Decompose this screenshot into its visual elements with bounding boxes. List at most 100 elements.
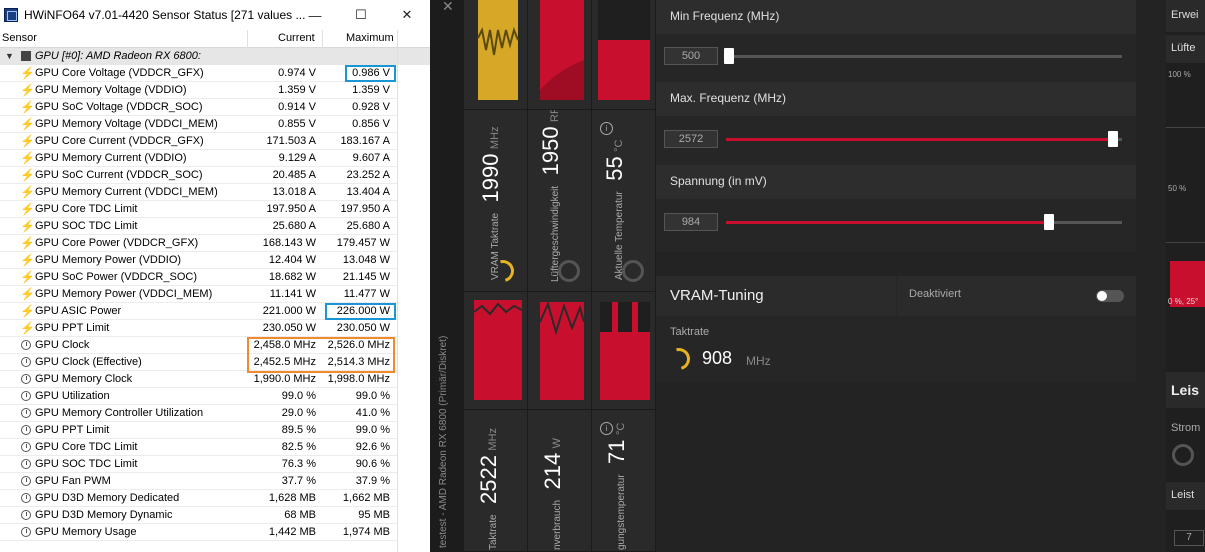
sensor-current: 1,628 MB	[268, 492, 316, 504]
sensor-current: 1.359 V	[278, 84, 316, 96]
minimize-button[interactable]: —	[292, 0, 338, 30]
header-maximum[interactable]: Maximum	[346, 32, 394, 44]
voltage-input[interactable]: 984	[664, 213, 718, 231]
amd-vertical-title: testest - AMD Radeon RX 6800 (Primär/Dis…	[438, 335, 449, 548]
sensor-group-row[interactable]: ▼ GPU [#0]: AMD Radeon RX 6800:	[0, 48, 430, 65]
sensor-label: GPU ASIC Power	[35, 305, 122, 317]
sensor-current: 18.682 W	[268, 271, 316, 283]
sensor-current: 25.680 A	[272, 220, 316, 232]
highlight-gpu-clock	[247, 337, 395, 373]
table-row[interactable]: GPU D3D Memory Dynamic 68 MB 95 MB	[0, 507, 430, 524]
sensor-current: 12.404 W	[268, 254, 316, 266]
sensor-label: GPU Core Voltage (VDDCR_GFX)	[35, 67, 204, 79]
max-freq-slider[interactable]	[1108, 131, 1118, 147]
table-row[interactable]: GPU Memory Usage 1,442 MB 1,974 MB	[0, 524, 430, 541]
table-row[interactable]: ⚡ GPU SOC TDC Limit 25.680 A 25.680 A	[0, 218, 430, 235]
table-row[interactable]: GPU D3D Memory Dedicated 1,628 MB 1,662 MB	[0, 490, 430, 507]
table-row[interactable]: GPU Memory Controller Utilization 29.0 % 4…	[0, 405, 430, 422]
sensor-label: GPU Clock	[35, 339, 90, 351]
luefter-label: Lüfte	[1171, 42, 1196, 54]
leistung-heading: Leis	[1171, 382, 1200, 398]
sensor-maximum: 1.359 V	[352, 84, 390, 96]
sensor-current: 1,442 MB	[268, 526, 316, 538]
table-row[interactable]: ⚡ GPU Memory Power (VDDCI_MEM) 11.141 W 11.…	[0, 286, 430, 303]
min-freq-slider[interactable]	[724, 48, 734, 64]
table-row[interactable]: ⚡ GPU PPT Limit 230.050 W 230.050 W	[0, 320, 430, 337]
clock-graph	[473, 300, 523, 400]
lightning-icon: ⚡	[20, 100, 35, 114]
sensor-label: GPU Fan PWM	[35, 475, 111, 487]
sensor-label: GPU PPT Limit	[35, 424, 110, 436]
table-row[interactable]: ⚡ GPU Memory Voltage (VDDIO) 1.359 V 1.359 …	[0, 82, 430, 99]
maximize-button[interactable]: ☐	[338, 0, 384, 30]
sensor-maximum: 1,974 MB	[342, 526, 390, 538]
clock-icon	[21, 442, 31, 452]
collapse-arrow-icon[interactable]: ▼	[5, 51, 14, 61]
sensor-label: GPU Memory Power (VDDCI_MEM)	[35, 288, 213, 300]
min-freq-label: Min Frequenz (MHz)	[670, 9, 780, 23]
min-freq-input[interactable]: 500	[664, 47, 718, 65]
lightning-icon: ⚡	[20, 185, 35, 199]
sensor-label: GPU D3D Memory Dedicated	[35, 492, 180, 504]
power-value: 214	[540, 452, 565, 490]
sensor-label: GPU SoC Current (VDDCR_SOC)	[35, 169, 203, 181]
temperature-graph	[598, 0, 650, 100]
sensor-maximum: 230.050 W	[336, 322, 390, 334]
table-row[interactable]: GPU PPT Limit 89.5 % 99.0 %	[0, 422, 430, 439]
clock-icon	[21, 340, 31, 350]
table-row[interactable]: GPU Core TDC Limit 82.5 % 92.6 %	[0, 439, 430, 456]
table-row[interactable]: ⚡ GPU Core Current (VDDCR_GFX) 171.503 A 18…	[0, 133, 430, 150]
sensor-maximum: 13.048 W	[342, 254, 390, 266]
sensor-maximum: 13.404 A	[346, 186, 390, 198]
table-row[interactable]: ⚡ GPU Memory Current (VDDIO) 9.129 A 9.607 …	[0, 150, 430, 167]
sensor-current: 82.5 %	[281, 441, 316, 453]
sensor-maximum: 92.6 %	[355, 441, 390, 453]
junction-temp-value: 71	[604, 439, 629, 464]
table-row[interactable]: ⚡ GPU SoC Current (VDDCR_SOC) 20.485 A 23.2…	[0, 167, 430, 184]
table-row[interactable]: ⚡ GPU SoC Voltage (VDDCR_SOC) 0.914 V 0.928…	[0, 99, 430, 116]
table-row[interactable]: ⚡ GPU SoC Power (VDDCR_SOC) 18.682 W 21.145…	[0, 269, 430, 286]
clock-icon	[21, 459, 31, 469]
sensor-current: 89.5 %	[281, 424, 316, 436]
sensor-maximum: 1,662 MB	[342, 492, 390, 504]
gpu-chip-icon	[21, 51, 31, 61]
table-row[interactable]: ⚡ GPU Memory Current (VDDCI_MEM) 13.018 A 1…	[0, 184, 430, 201]
max-freq-label: Max. Frequenz (MHz)	[670, 91, 787, 105]
sensor-maximum: 41.0 %	[355, 407, 390, 419]
table-row[interactable]: ⚡ GPU Core Power (VDDCR_GFX) 168.143 W 179.…	[0, 235, 430, 252]
sensor-maximum: 179.457 W	[336, 237, 390, 249]
junction-temp-graph-tile	[592, 292, 656, 410]
sensor-current: 76.3 %	[281, 458, 316, 470]
vram-tuning-toggle[interactable]	[1096, 290, 1124, 302]
voltage-slider[interactable]	[1044, 214, 1054, 230]
header-current[interactable]: Current	[278, 32, 315, 44]
table-row[interactable]: GPU Memory Clock 1,990.0 MHz 1,998.0 MHz	[0, 371, 430, 388]
sensor-label: GPU SoC Power (VDDCR_SOC)	[35, 271, 197, 283]
lightning-icon: ⚡	[20, 270, 35, 284]
header-sensor[interactable]: Sensor	[2, 32, 37, 44]
sensor-maximum: 11.477 W	[343, 288, 390, 300]
table-row[interactable]: GPU Fan PWM 37.7 % 37.9 %	[0, 473, 430, 490]
close-icon[interactable]: ✕	[442, 0, 454, 15]
vram-clock-graph-tile	[464, 0, 528, 110]
max-freq-input[interactable]: 2572	[664, 130, 718, 148]
clock-icon	[21, 510, 31, 520]
table-row[interactable]: ⚡ GPU Memory Voltage (VDDCI_MEM) 0.855 V 0.…	[0, 116, 430, 133]
info-icon[interactable]: i	[600, 122, 613, 135]
table-row[interactable]: GPU SOC TDC Limit 76.3 % 90.6 %	[0, 456, 430, 473]
sensor-label: GPU PPT Limit	[35, 322, 110, 334]
sensor-label: GPU Memory Controller Utilization	[35, 407, 204, 419]
clock-name: Taktrate	[488, 514, 499, 550]
leistung-input[interactable]: 7	[1174, 530, 1204, 546]
table-row[interactable]: ⚡ GPU Core TDC Limit 197.950 A 197.950 A	[0, 201, 430, 218]
sensor-label: GPU SOC TDC Limit	[35, 458, 138, 470]
sensor-current: 37.7 %	[281, 475, 316, 487]
vram-clock-name: VRAM Taktrate	[490, 212, 501, 280]
sensor-label: GPU Core TDC Limit	[35, 441, 138, 453]
close-button[interactable]: ✕	[384, 0, 430, 30]
table-row[interactable]: ⚡ GPU Memory Power (VDDIO) 12.404 W 13.048 …	[0, 252, 430, 269]
sensor-maximum: 197.950 A	[340, 203, 390, 215]
sensor-maximum: 90.6 %	[355, 458, 390, 470]
lightning-icon: ⚡	[20, 321, 35, 335]
table-row[interactable]: GPU Utilization 99.0 % 99.0 %	[0, 388, 430, 405]
